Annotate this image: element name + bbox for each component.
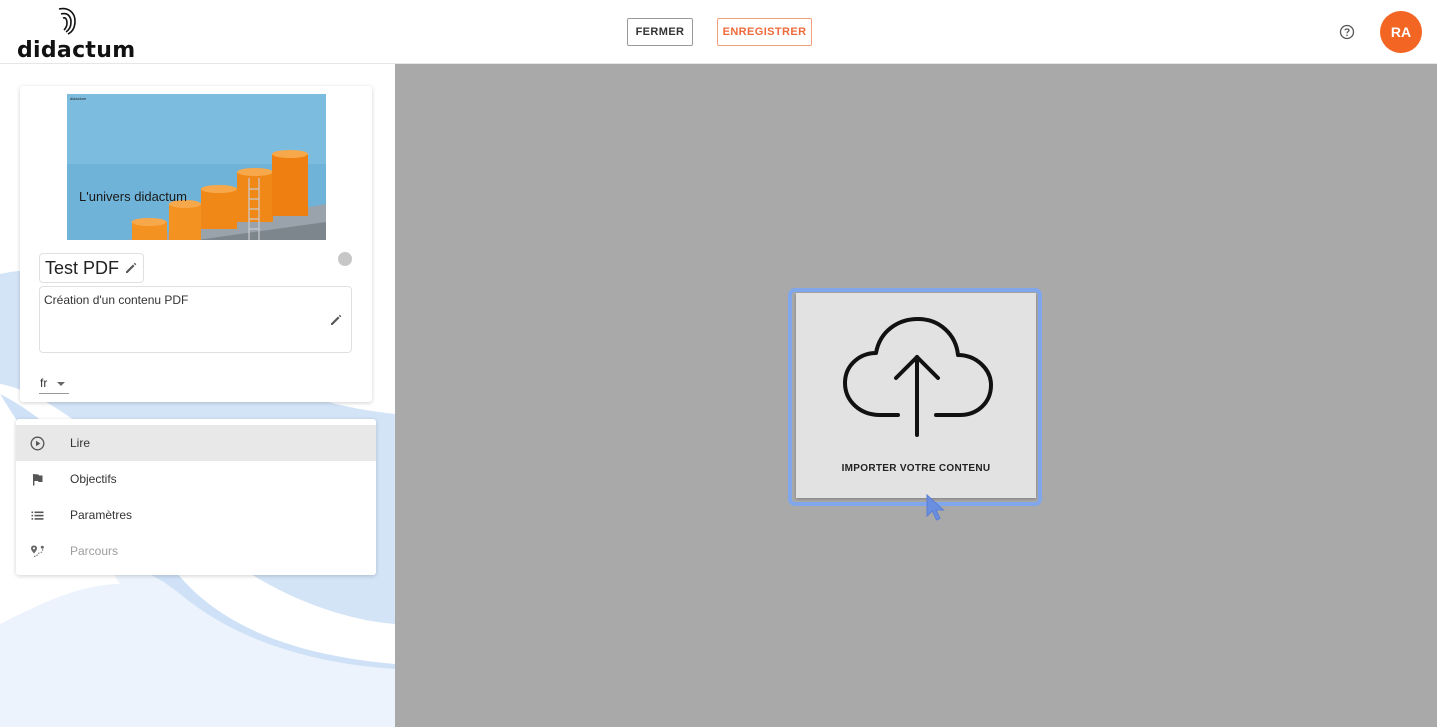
mouse-cursor-icon xyxy=(926,494,945,521)
save-button[interactable]: ENREGISTRER xyxy=(717,18,812,46)
edit-pencil-icon[interactable] xyxy=(124,261,138,275)
sidebar: didactum L'univers didactum Test PDF Cré… xyxy=(0,64,395,727)
language-value: fr xyxy=(40,376,48,390)
upload-label: IMPORTER VOTRE CONTENU xyxy=(841,463,991,474)
cloud-upload-icon xyxy=(843,317,993,437)
content-description: Création d'un contenu PDF xyxy=(44,293,189,307)
title-field[interactable]: Test PDF xyxy=(39,253,145,283)
flag-icon xyxy=(33,474,43,486)
caret-down-icon xyxy=(57,382,65,386)
content-workspace: IMPORTER VOTRE CONTENU xyxy=(395,64,1437,727)
close-button[interactable]: FERMER xyxy=(627,18,693,46)
thumbnail-caption: L'univers didactum xyxy=(79,189,187,204)
didactum-logo[interactable]: didactum xyxy=(17,6,135,63)
menu-item-label: Parcours xyxy=(70,544,119,558)
play-circle-icon xyxy=(30,436,45,451)
help-circle-icon[interactable] xyxy=(1338,23,1356,41)
menu-item-parametres[interactable]: Paramètres xyxy=(16,497,376,533)
content-thumbnail[interactable]: didactum L'univers didactum xyxy=(67,94,326,240)
description-field[interactable]: Création d'un contenu PDF xyxy=(39,286,352,353)
content-card: didactum L'univers didactum Test PDF Cré… xyxy=(20,86,372,402)
logo-text: didactum xyxy=(17,38,136,63)
fingerprint-logo-icon xyxy=(58,7,76,35)
language-select[interactable]: fr xyxy=(39,374,69,394)
menu-item-parcours[interactable]: Parcours xyxy=(16,533,376,569)
route-icon xyxy=(31,545,44,557)
list-icon xyxy=(31,511,44,520)
content-menu: Lire Objectifs Paramètres Parcours xyxy=(16,419,376,575)
app-header: didactum FERMER ENREGISTRER RA xyxy=(0,0,1437,64)
edit-pencil-icon[interactable] xyxy=(329,313,343,327)
info-icon[interactable] xyxy=(338,252,352,266)
menu-item-objectifs[interactable]: Objectifs xyxy=(16,461,376,497)
menu-item-label: Paramètres xyxy=(70,508,133,522)
menu-item-label: Lire xyxy=(70,436,91,450)
user-avatar[interactable]: RA xyxy=(1380,11,1422,53)
upload-content-button[interactable]: IMPORTER VOTRE CONTENU xyxy=(796,293,1036,498)
content-title: Test PDF xyxy=(45,257,120,278)
thumbnail-image xyxy=(67,94,326,240)
thumbnail-brand: didactum xyxy=(70,96,87,101)
menu-item-label: Objectifs xyxy=(70,472,117,486)
menu-item-lire[interactable]: Lire xyxy=(16,425,376,461)
